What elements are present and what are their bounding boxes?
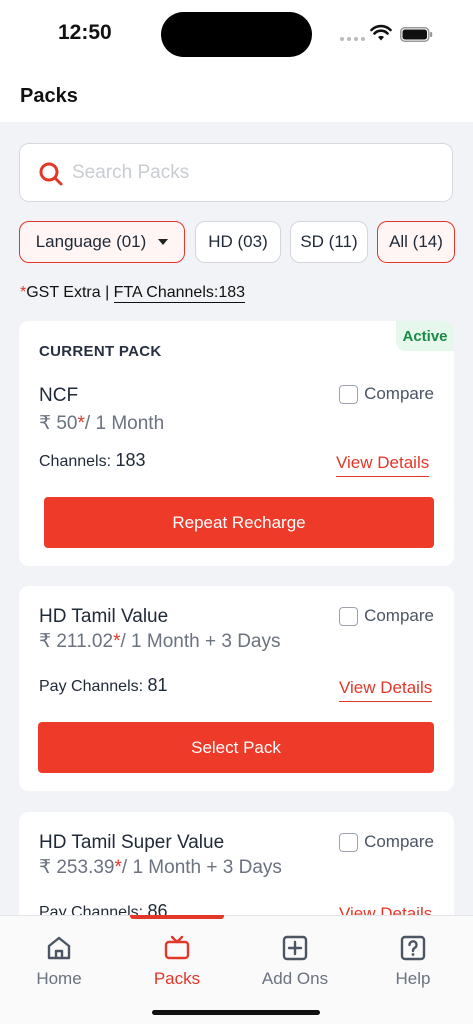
checkbox-icon [339,606,359,626]
add-square-icon [282,935,308,961]
search-box[interactable] [19,143,453,202]
filter-chip-sd[interactable]: SD (11) [290,221,368,263]
compare-label: Compare [364,832,434,851]
compare-checkbox[interactable]: Compare [339,606,434,626]
status-time: 12:50 [58,21,112,44]
pack-price: ₹ 211.02*/ 1 Month + 3 Days [39,630,280,653]
filter-chip-label: Language (01) [35,232,147,251]
filter-chips: Language (01) HD (03) SD (11) All (14) [19,221,473,263]
compare-checkbox[interactable]: Compare [339,832,434,852]
pack-name: HD Tamil Value [39,606,169,627]
price-asterisk: * [114,857,122,878]
price-value: ₹ 253.39 [39,857,115,878]
filter-chip-label: HD (03) [208,232,268,251]
app-header: Packs [0,76,473,122]
price-value: ₹ 50 [39,413,78,434]
checkbox-icon [339,832,359,852]
checkbox-icon [339,384,359,404]
nav-label: Home [36,969,82,988]
nav-item-add-ons[interactable]: Add Ons [250,932,340,992]
current-pack-label: CURRENT PACK [39,343,162,360]
fta-channels-link[interactable]: FTA Channels:183 [113,284,246,303]
nav-item-packs[interactable]: Packs [132,932,222,992]
status-bar: 12:50 [0,0,473,76]
home-icon [47,936,71,960]
nav-item-home[interactable]: Home [14,932,104,992]
compare-label: Compare [364,606,434,625]
filter-chip-language[interactable]: Language (01) [19,221,185,263]
tv-icon [164,935,190,960]
filter-chip-all[interactable]: All (14) [377,221,455,263]
nav-item-help[interactable]: Help [368,932,458,992]
price-value: ₹ 211.02 [39,631,114,652]
dynamic-island [161,12,312,57]
active-badge: Active [396,321,454,351]
price-asterisk: * [77,413,85,434]
view-details-link[interactable]: View Details [339,678,433,702]
search-input[interactable] [72,158,432,188]
signal-icon [340,35,366,43]
channels-info: Pay Channels: 81 [39,675,168,696]
caret-down-icon [158,239,169,245]
nav-label: Packs [153,969,201,988]
channels-count: 81 [147,675,168,695]
nav-label: Add Ons [261,969,329,988]
price-duration: / 1 Month [84,413,165,434]
filter-chip-hd[interactable]: HD (03) [195,221,281,263]
channels-label: Channels: [39,453,116,470]
bottom-nav: Home Packs Add Ons Help [0,915,473,1024]
pack-name: NCF [39,385,79,406]
repeat-recharge-button[interactable]: Repeat Recharge [44,497,434,548]
wifi-icon [370,24,392,41]
select-pack-button[interactable]: Select Pack [38,722,434,773]
pack-name: HD Tamil Super Value [39,832,225,853]
current-pack-card: Active CURRENT PACK NCF Compare ₹ 50*/ 1… [19,321,454,566]
gst-info-line: *GST Extra | FTA Channels:183 [20,284,246,303]
pack-price: ₹ 50*/ 1 Month [39,412,164,435]
gst-label: GST Extra | [26,284,114,301]
price-duration: / 1 Month + 3 Days [120,631,281,652]
filter-chip-label: All (14) [389,232,443,251]
channels-count: 183 [115,450,146,470]
pack-price: ₹ 253.39*/ 1 Month + 3 Days [39,856,282,879]
pack-card: HD Tamil Value Compare ₹ 211.02*/ 1 Mont… [19,586,454,791]
search-icon [39,162,63,186]
channels-label: Pay Channels: [39,678,148,695]
channels-info: Channels: 183 [39,450,146,471]
compare-checkbox[interactable]: Compare [339,384,434,404]
battery-icon [400,27,433,42]
active-tab-indicator [130,915,224,919]
compare-label: Compare [364,384,434,403]
nav-label: Help [395,969,431,988]
home-indicator [152,1010,320,1015]
filter-chip-label: SD (11) [300,232,358,251]
price-duration: / 1 Month + 3 Days [121,857,282,878]
view-details-link[interactable]: View Details [336,453,430,477]
page-title: Packs [20,85,78,107]
help-icon [400,935,426,961]
